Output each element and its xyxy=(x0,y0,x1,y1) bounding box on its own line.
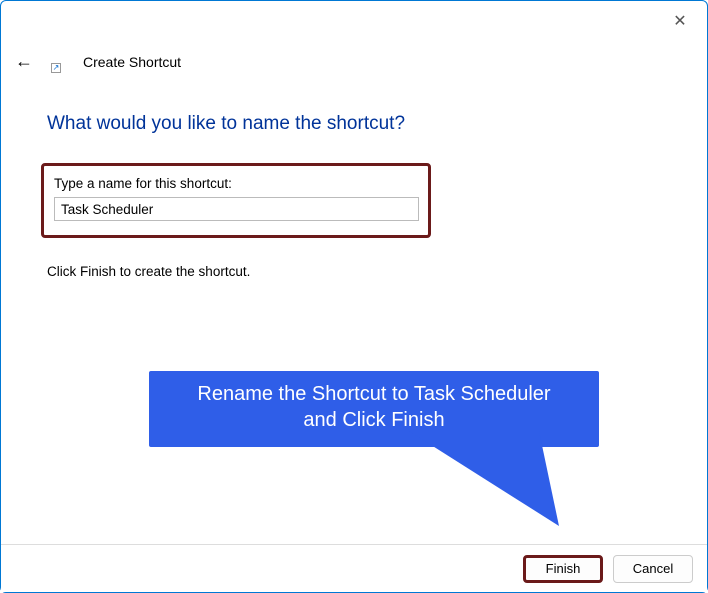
close-icon[interactable]: ✕ xyxy=(671,13,689,31)
shortcut-file-icon: ↗ xyxy=(51,53,69,71)
instruction-text: Click Finish to create the shortcut. xyxy=(47,264,661,279)
window-title: Create Shortcut xyxy=(83,54,181,70)
callout-arrow-icon xyxy=(409,426,609,546)
input-label: Type a name for this shortcut: xyxy=(54,176,418,191)
content-area: What would you like to name the shortcut… xyxy=(47,113,661,279)
cancel-button[interactable]: Cancel xyxy=(613,555,693,583)
name-input-group: Type a name for this shortcut: xyxy=(41,163,431,238)
finish-button[interactable]: Finish xyxy=(523,555,603,583)
back-arrow-icon[interactable]: ← xyxy=(15,51,33,72)
titlebar: ← ↗ Create Shortcut xyxy=(15,51,181,72)
footer-buttons: Finish Cancel xyxy=(1,544,707,592)
callout-line1: Rename the Shortcut to Task Scheduler xyxy=(165,381,583,407)
shortcut-name-input[interactable] xyxy=(54,197,419,221)
shortcut-overlay-icon: ↗ xyxy=(51,63,61,73)
annotation-callout: Rename the Shortcut to Task Scheduler an… xyxy=(149,371,599,551)
page-heading: What would you like to name the shortcut… xyxy=(47,113,661,135)
